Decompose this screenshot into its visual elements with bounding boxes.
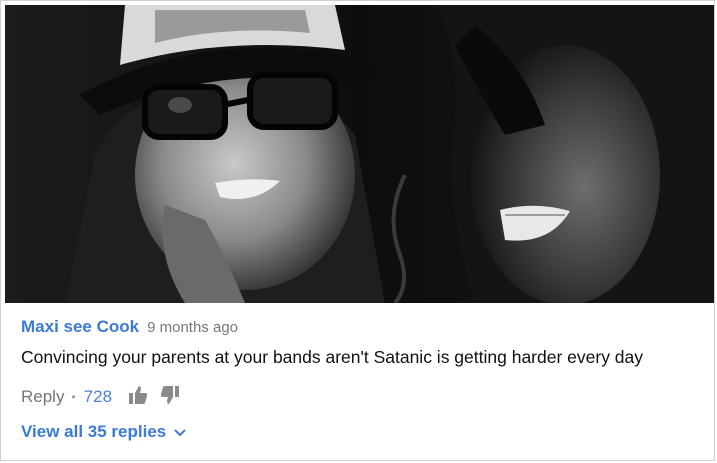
like-count: 728 — [83, 387, 113, 406]
author-name[interactable]: Maxi see Cook — [21, 317, 139, 337]
comment-timestamp[interactable]: 9 months ago — [147, 319, 238, 336]
comment: Maxi see Cook 9 months ago Convincing yo… — [21, 317, 711, 442]
reply-button[interactable]: Reply — [21, 387, 64, 407]
chevron-down-icon — [174, 422, 186, 442]
comment-header: Maxi see Cook 9 months ago — [21, 317, 711, 343]
view-replies-button[interactable]: View all 35 replies — [21, 422, 711, 442]
separator-dot: • — [71, 390, 76, 404]
comment-actions: Reply • 728 — [21, 385, 711, 410]
video-still — [5, 5, 714, 303]
view-replies-label: View all 35 replies — [21, 422, 167, 441]
comment-card: Maxi see Cook 9 months ago Convincing yo… — [0, 0, 715, 461]
thumbs-up-icon[interactable] — [128, 385, 148, 410]
thumbs-down-icon[interactable] — [160, 385, 180, 410]
comment-text: Convincing your parents at your bands ar… — [21, 347, 644, 367]
video-frame-image — [5, 5, 714, 303]
